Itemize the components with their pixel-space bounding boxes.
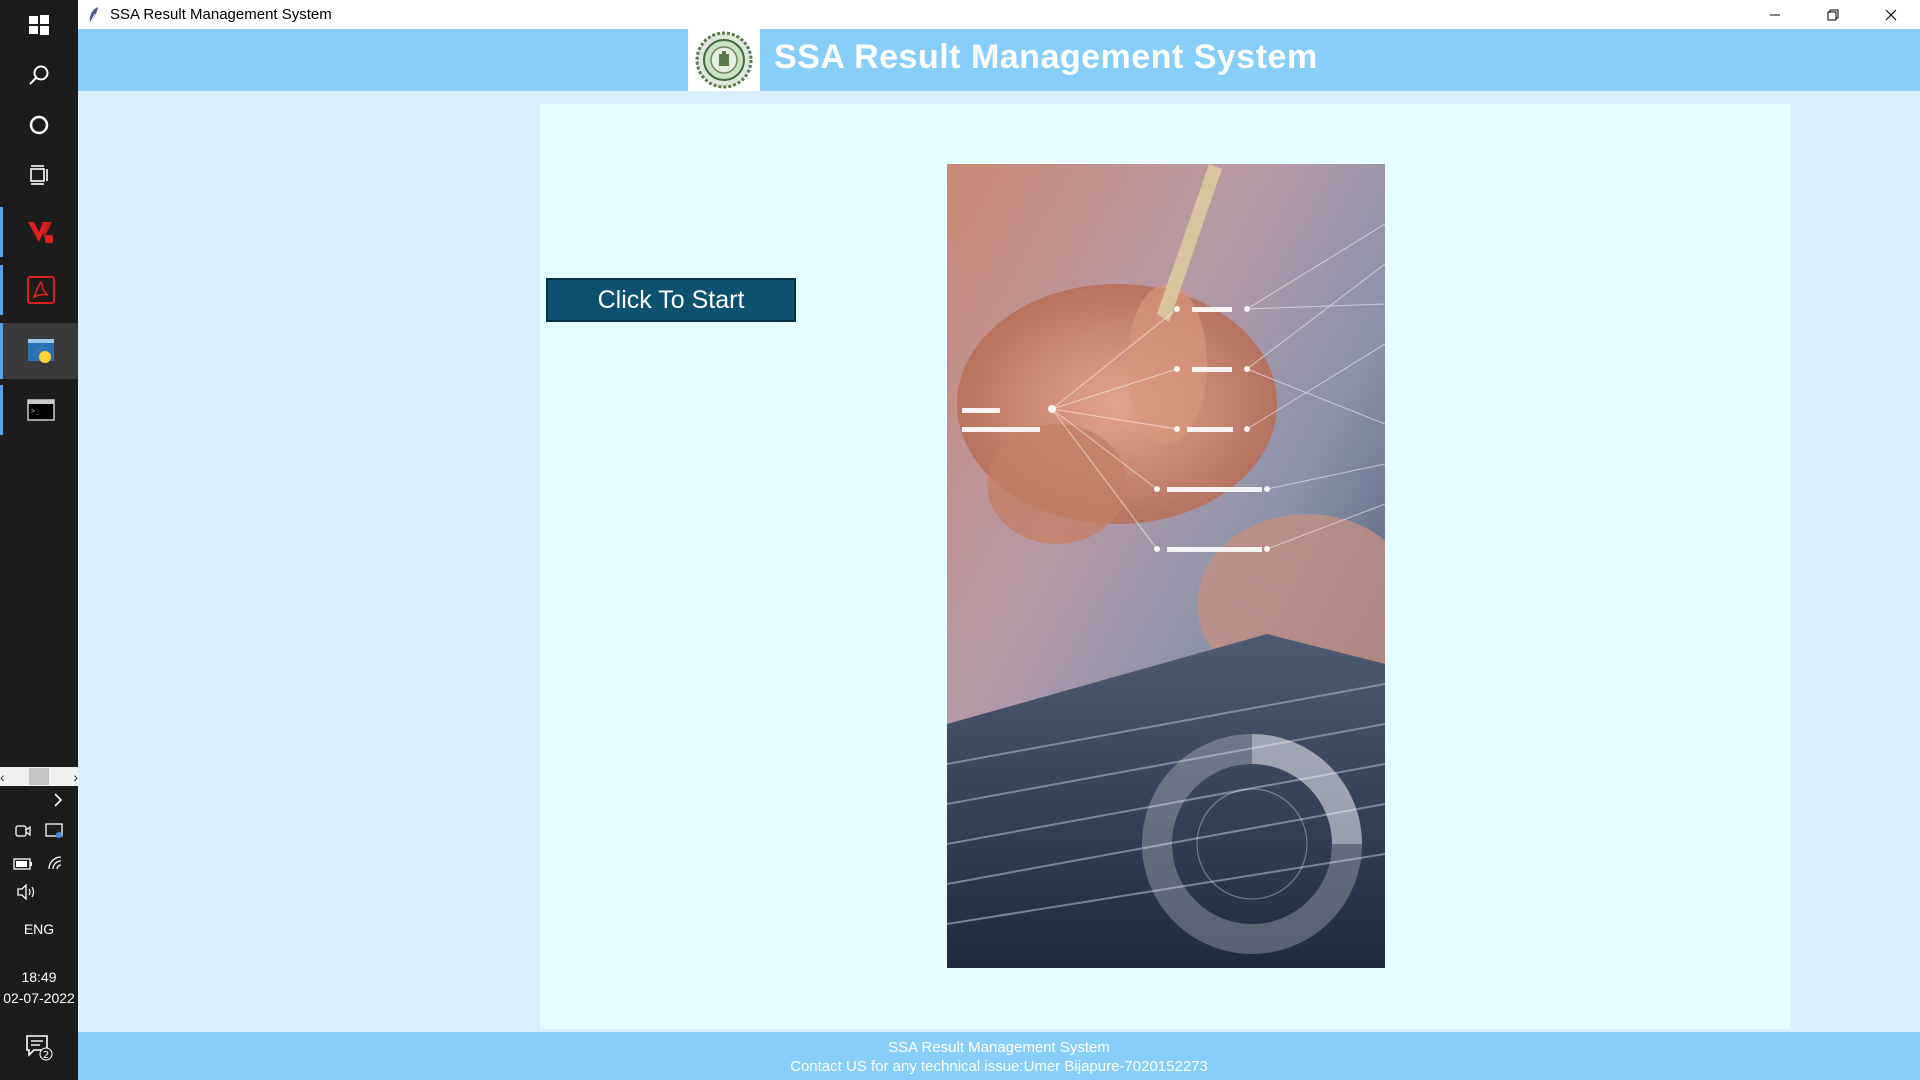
window-titlebar[interactable]: SSA Result Management System — [78, 0, 1920, 29]
taskbar: >_ ‹ › ENG 18:49 02-07-2022 2 — [0, 0, 78, 1080]
footer-app-name: SSA Result Management System — [888, 1039, 1110, 1056]
app-header: SSA Result Management System — [78, 29, 1920, 91]
clock-time[interactable]: 18:49 — [0, 969, 78, 985]
app-title: SSA Result Management System — [774, 38, 1318, 76]
click-to-start-button[interactable]: Click To Start — [546, 278, 796, 322]
search-icon[interactable] — [0, 50, 78, 100]
terminal-icon[interactable]: >_ — [0, 385, 78, 435]
vivaldi-browser-icon[interactable] — [0, 207, 78, 257]
battery-icon[interactable] — [13, 857, 33, 875]
window-title: SSA Result Management System — [110, 6, 332, 23]
tk-feather-icon — [89, 6, 98, 23]
python-idle-icon[interactable] — [0, 323, 78, 379]
task-view-icon[interactable] — [0, 150, 78, 200]
footer-contact: Contact US for any technical issue:Umer … — [790, 1058, 1208, 1075]
restore-button[interactable] — [1804, 0, 1862, 29]
scrollbar-thumb[interactable] — [29, 768, 49, 785]
volume-icon[interactable] — [0, 884, 78, 900]
windows-start-icon[interactable] — [0, 0, 78, 50]
hero-image — [947, 164, 1385, 968]
svg-text:>_: >_ — [31, 407, 40, 415]
content-panel: Click To Start — [540, 104, 1790, 1029]
taskbar-scrollbar[interactable]: ‹ › — [0, 767, 78, 786]
app-footer: SSA Result Management System Contact US … — [78, 1032, 1920, 1080]
screen-share-icon[interactable] — [45, 823, 63, 844]
meet-now-icon[interactable] — [15, 823, 31, 844]
chevron-left-icon[interactable]: ‹ — [0, 769, 5, 785]
notification-center-icon[interactable]: 2 — [0, 1026, 78, 1070]
clock-date[interactable]: 02-07-2022 — [0, 990, 78, 1006]
notification-badge: 2 — [43, 1050, 49, 1061]
cortana-icon[interactable] — [0, 100, 78, 150]
main-area: Click To Start — [78, 91, 1920, 1032]
acrobat-reader-icon[interactable] — [0, 265, 78, 315]
wifi-icon[interactable] — [47, 855, 65, 876]
language-indicator[interactable]: ENG — [0, 921, 78, 937]
minimize-button[interactable] — [1746, 0, 1804, 29]
college-emblem-logo — [688, 29, 760, 91]
close-button[interactable] — [1862, 0, 1920, 29]
show-hidden-icons[interactable] — [0, 792, 78, 808]
